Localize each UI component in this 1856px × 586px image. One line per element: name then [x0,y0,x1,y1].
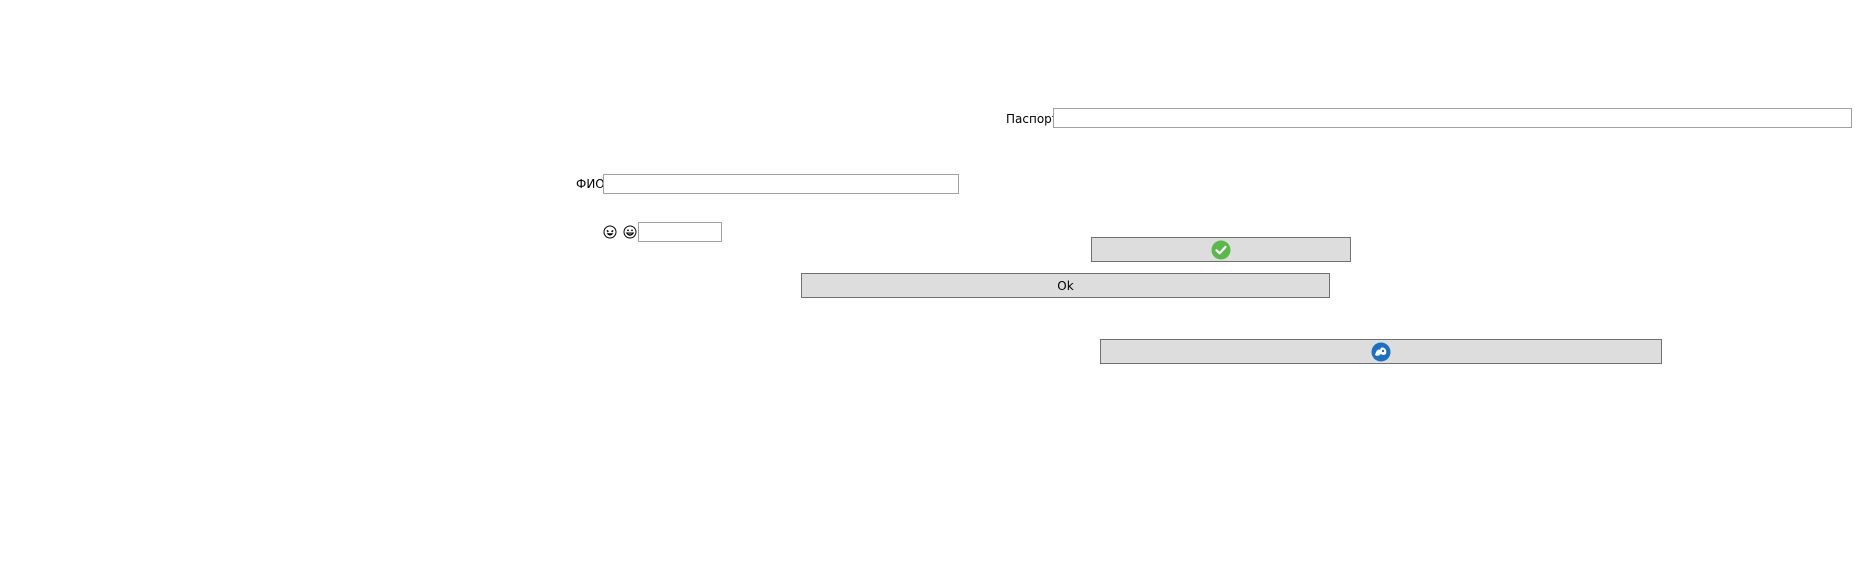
ok-button[interactable]: Ok [801,273,1330,298]
green-checkmark-icon [1211,240,1231,259]
logo-button[interactable] [1100,339,1662,364]
laughing-face-icon [603,225,617,239]
passport-label: Паспорт [1006,112,1059,126]
grinning-face-icon [623,225,637,239]
fio-input[interactable] [603,174,959,194]
emoji-input[interactable] [638,222,722,242]
blue-round-logo-icon [1371,342,1391,361]
passport-input[interactable] [1053,108,1852,128]
confirm-button[interactable] [1091,237,1351,262]
fio-label: ФИО [576,177,605,191]
